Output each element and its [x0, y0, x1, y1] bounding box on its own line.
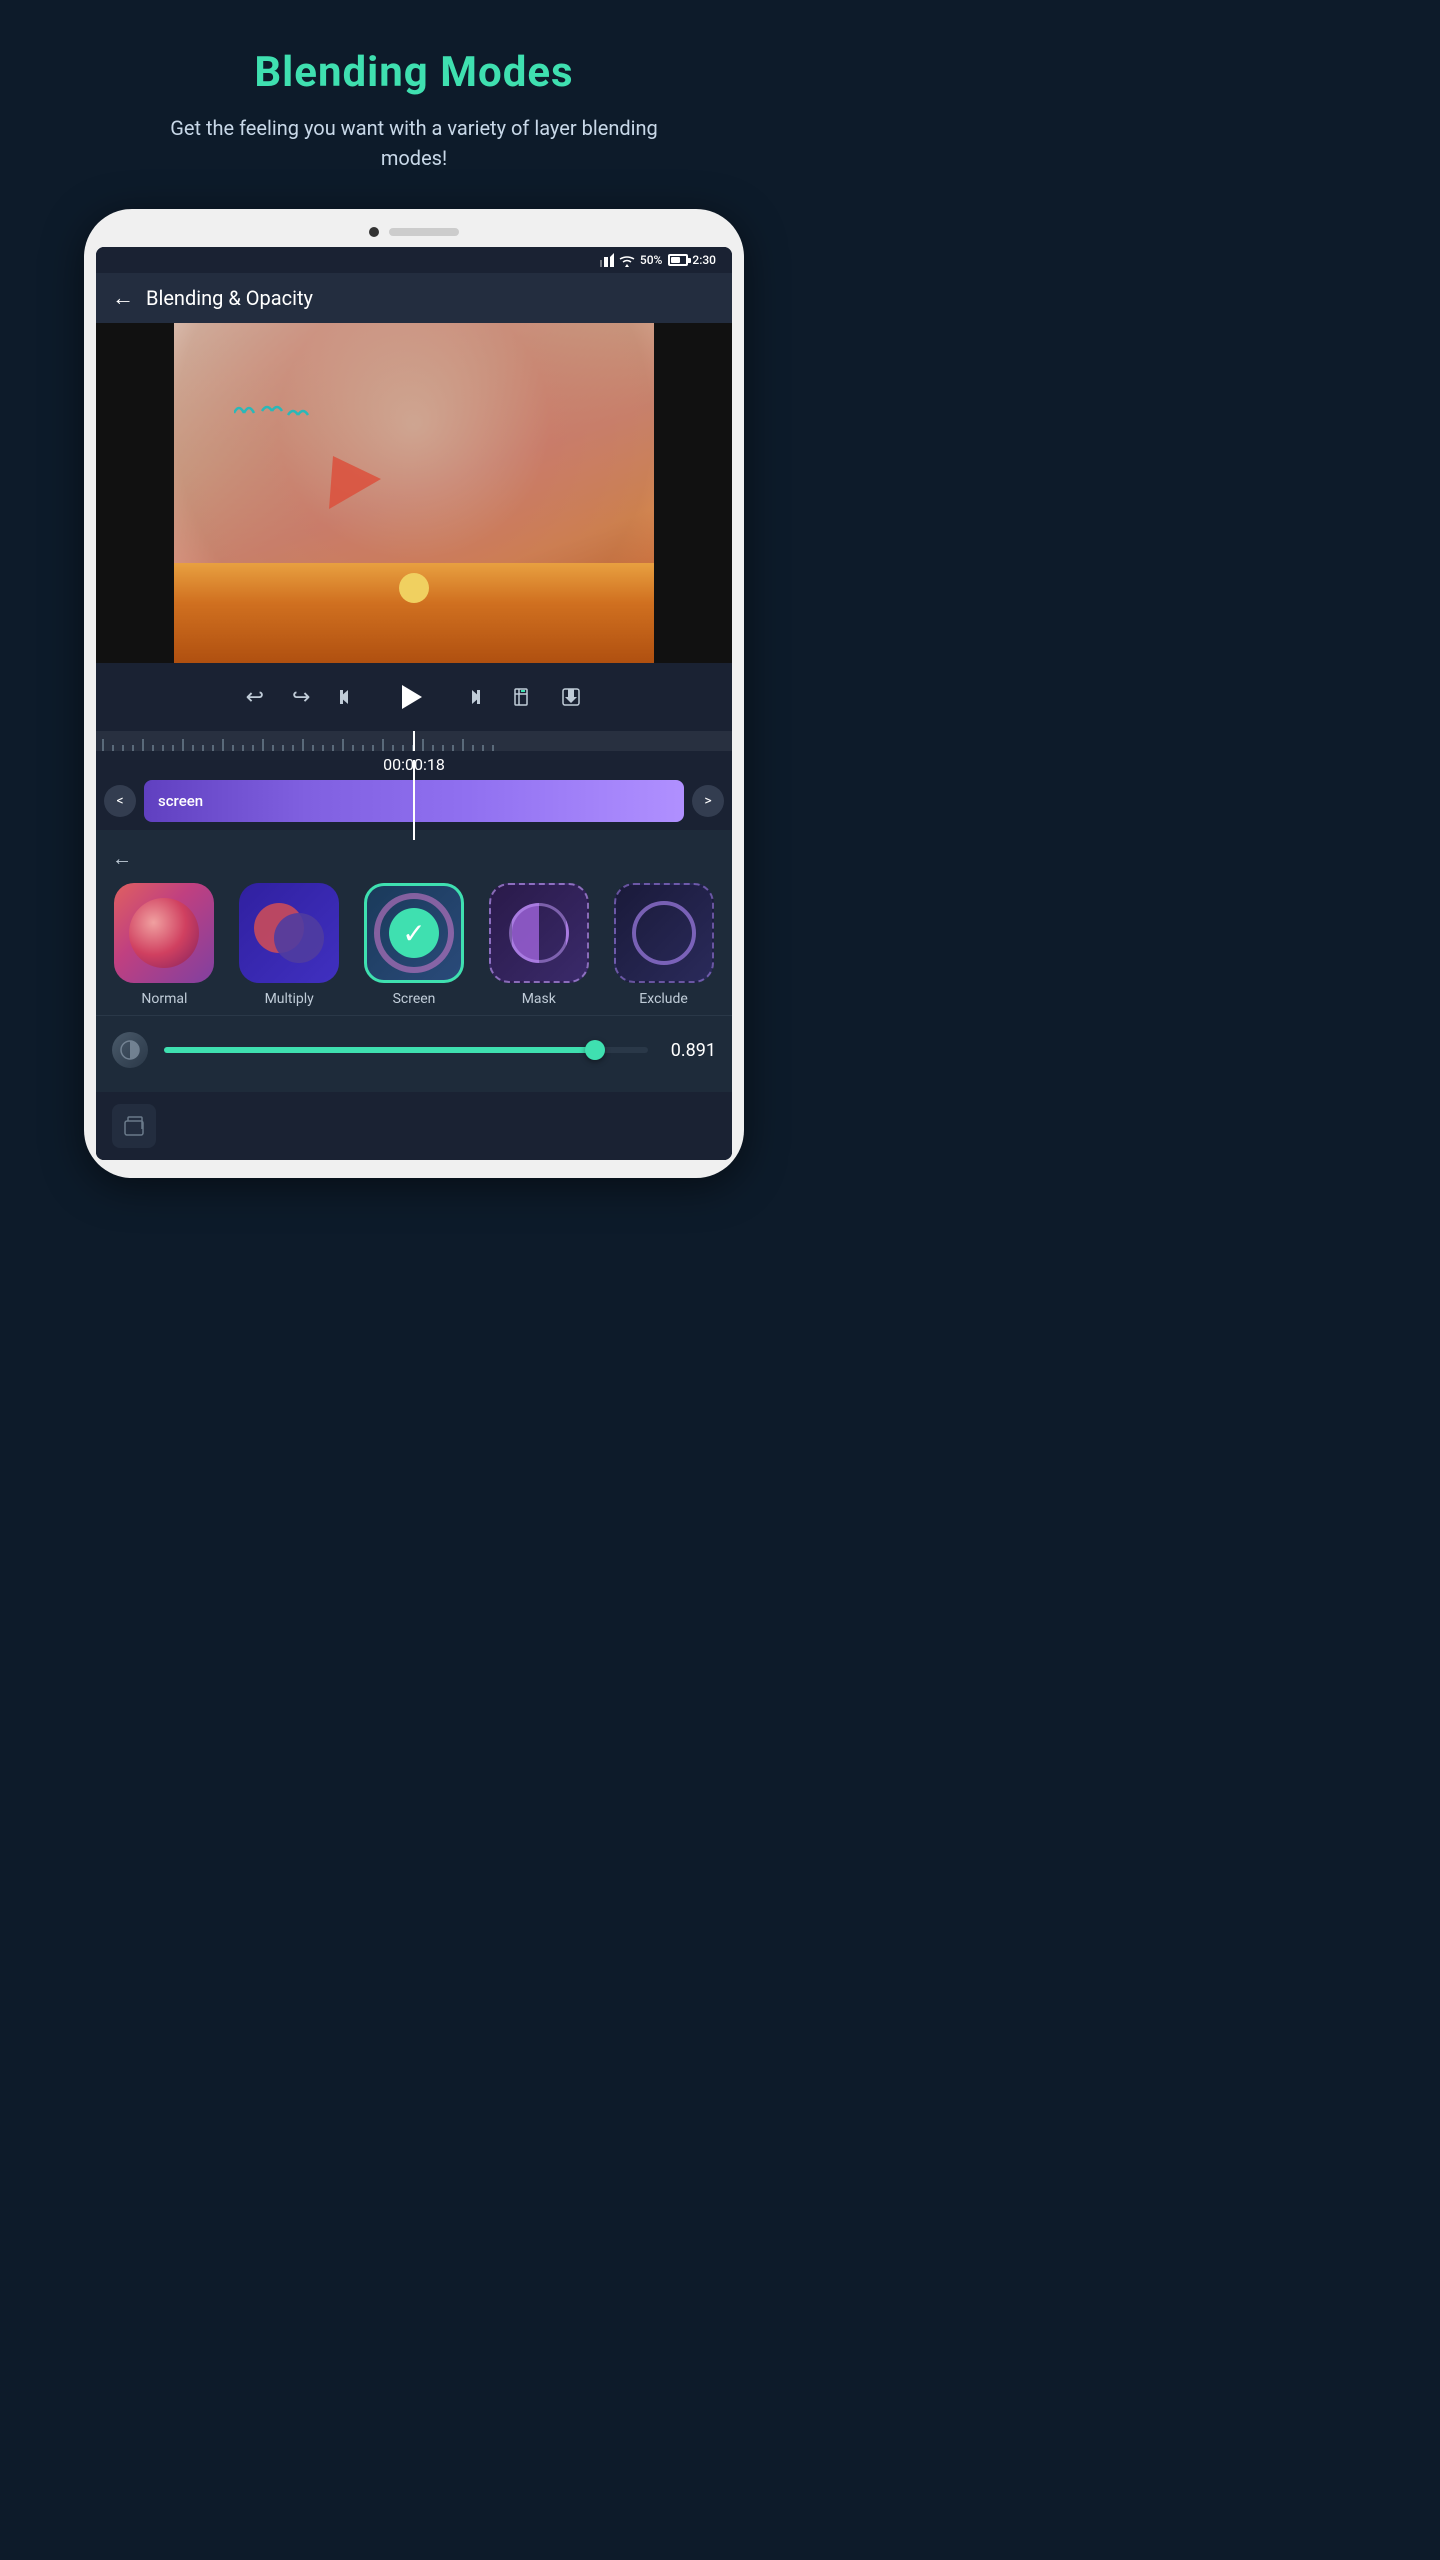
export-button[interactable] — [560, 686, 582, 708]
exclude-circle — [632, 901, 696, 965]
track-clip[interactable]: screen — [144, 780, 684, 822]
multiply-circles — [254, 903, 324, 963]
opacity-section: 0.891 — [96, 1015, 732, 1092]
video-preview — [96, 323, 732, 663]
track-cursor-line — [413, 760, 415, 840]
redo-button[interactable]: ↪ — [292, 684, 310, 710]
track-row: < screen > — [96, 780, 732, 822]
status-bar: 50% 2:30 — [96, 247, 732, 273]
playback-controls: ↩ ↪ — [96, 663, 732, 727]
phone-speaker — [389, 228, 459, 236]
blend-exclude-label: Exclude — [639, 991, 688, 1007]
blend-screen-icon: ✓ — [364, 883, 464, 983]
video-content — [174, 323, 654, 663]
blend-screen-label: Screen — [393, 991, 436, 1007]
blend-panel: ← Normal — [96, 830, 732, 1160]
page-subtitle: Get the feeling you want with a variety … — [124, 113, 704, 173]
status-time: 2:30 — [692, 253, 716, 267]
blend-exclude-icon — [614, 883, 714, 983]
play-button[interactable] — [388, 675, 432, 719]
page-title: Blending Modes — [254, 48, 573, 97]
bookmark-button[interactable] — [510, 686, 532, 708]
play-icon — [402, 685, 422, 709]
blend-modes-row: Normal Multiply ✓ — [96, 883, 732, 1015]
normal-sphere — [129, 898, 199, 968]
phone-camera — [369, 227, 379, 237]
opacity-slider[interactable] — [164, 1047, 648, 1053]
blend-mask-icon — [489, 883, 589, 983]
opacity-value: 0.891 — [664, 1040, 716, 1061]
header-title: Blending & Opacity — [146, 286, 313, 310]
blend-mode-screen[interactable]: ✓ Screen — [364, 883, 464, 1007]
layer-icon-area — [96, 1092, 732, 1160]
opacity-slider-track — [164, 1047, 648, 1053]
app-screen: 50% 2:30 ← Blending & Opacity — [96, 247, 732, 1160]
blend-mode-exclude[interactable]: Exclude — [614, 883, 714, 1007]
blend-multiply-label: Multiply — [265, 991, 314, 1007]
opacity-svg-icon — [119, 1039, 141, 1061]
timeline-ruler: .tick { display: inline-block; width: 2p… — [96, 731, 732, 751]
blend-normal-icon — [114, 883, 214, 983]
battery-fill — [671, 257, 680, 263]
track-clip-label: screen — [158, 792, 203, 810]
track-prev-button[interactable]: < — [104, 785, 136, 817]
blend-multiply-icon — [239, 883, 339, 983]
skip-back-button[interactable] — [338, 686, 360, 708]
skip-forward-button[interactable] — [460, 686, 482, 708]
battery-percent: 50% — [640, 253, 662, 267]
opacity-icon — [112, 1032, 148, 1068]
screen-ring — [374, 893, 454, 973]
blend-header: ← — [96, 846, 732, 883]
back-button[interactable]: ← — [112, 285, 134, 311]
phone-top-bar — [96, 227, 732, 237]
multiply-circle2 — [274, 913, 324, 963]
layer-icon-button[interactable] — [112, 1104, 156, 1148]
undo-button[interactable]: ↩ — [246, 684, 264, 710]
track-next-button[interactable]: > — [692, 785, 724, 817]
blend-normal-label: Normal — [141, 991, 187, 1007]
blend-mask-label: Mask — [522, 991, 556, 1007]
blend-mode-normal[interactable]: Normal — [114, 883, 214, 1007]
blend-back-button[interactable]: ← — [112, 846, 132, 871]
blend-mode-multiply[interactable]: Multiply — [239, 883, 339, 1007]
blend-mode-mask[interactable]: Mask — [489, 883, 589, 1007]
wifi-icon — [618, 253, 636, 267]
video-birds — [234, 403, 314, 423]
header-bar: ← Blending & Opacity — [96, 273, 732, 323]
timeline-cursor — [413, 731, 415, 751]
opacity-slider-thumb[interactable] — [585, 1040, 605, 1060]
signal-icon — [600, 253, 614, 267]
mask-half-circle — [509, 903, 569, 963]
battery-icon — [668, 254, 688, 266]
status-bar-icons: 50% 2:30 — [600, 253, 716, 267]
video-sunset — [174, 563, 654, 663]
phone-frame: 50% 2:30 ← Blending & Opacity — [84, 209, 744, 1178]
timeline-area[interactable]: .tick { display: inline-block; width: 2p… — [96, 727, 732, 822]
layers-icon — [121, 1113, 147, 1139]
sun-circle — [399, 573, 429, 603]
opacity-slider-fill — [164, 1047, 595, 1053]
